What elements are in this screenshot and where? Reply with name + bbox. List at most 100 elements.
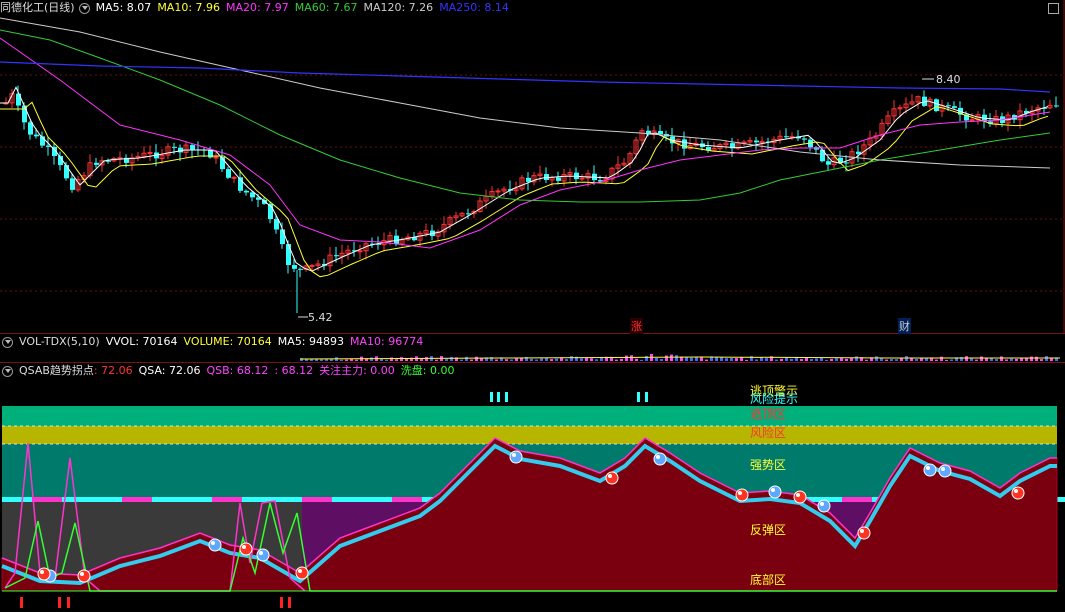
event-marker-zhang[interactable]: 涨: [630, 318, 643, 334]
signal-ball-red: [793, 490, 807, 504]
signal-ball-blue: [768, 485, 782, 499]
volume-bar: [505, 359, 508, 361]
volume-bar: [355, 359, 358, 361]
signal-ball-blue: [509, 450, 523, 464]
signal-ball-red: [77, 569, 91, 583]
event-marker-cai[interactable]: 财: [898, 318, 911, 334]
mid-band-segment: [362, 497, 392, 502]
mid-band-segment: [152, 497, 182, 502]
window-toggle-icon[interactable]: [1048, 3, 1059, 14]
zone-escape: 逃顶区: [750, 407, 787, 421]
indicator-menu-icon[interactable]: [78, 2, 90, 14]
bottom-signal-tick: [58, 597, 61, 608]
candle-body: [213, 156, 219, 159]
volume-bar: [950, 359, 953, 361]
volume-bar: [390, 357, 393, 361]
qsab-pane[interactable]: QSAB趋势拐点: 72.06 QSA: 72.06 QSB: 68.12: 68.…: [0, 363, 1065, 612]
main-chart-header: 同德化工(日线) MA5: 8.07 MA10: 7.96 MA20: 7.97 MA6…: [0, 0, 521, 16]
volume-bar: [730, 358, 733, 361]
mid-band-segment: [392, 497, 422, 502]
qsab-header: QSAB趋势拐点: 72.06 QSA: 72.06 QSB: 68.12: 68.…: [0, 363, 467, 379]
volume-bar: [600, 357, 603, 361]
candle-body: [466, 213, 471, 215]
candle-body: [495, 190, 501, 193]
vol-item-3: MA10: 96774: [350, 335, 424, 348]
candles: [3, 85, 1059, 313]
volume-bar: [635, 358, 638, 361]
volume-bar: [450, 356, 453, 361]
volume-bar: [465, 356, 468, 361]
candle-body: [759, 141, 765, 144]
candle-body: [298, 268, 303, 270]
volume-bar: [510, 359, 513, 361]
volume-bar: [645, 355, 648, 361]
volume-bar: [425, 357, 428, 361]
volume-menu-icon[interactable]: [2, 336, 13, 348]
candle-body: [190, 145, 195, 150]
zone-strong: 强势区: [750, 458, 787, 472]
mid-band-segment: [302, 497, 332, 502]
mid-band-segment: [32, 497, 62, 502]
top-signal-tick: [645, 392, 648, 402]
ma-item-4: MA120: 7.26: [363, 1, 434, 14]
signal-ball-red: [295, 566, 309, 580]
volume-bar: [845, 358, 848, 361]
volume-bar: [815, 358, 818, 361]
volume-bar: [1030, 356, 1033, 361]
volume-bar: [670, 354, 673, 361]
volume-bar: [700, 357, 703, 361]
volume-bar: [790, 358, 793, 361]
candle-body: [754, 140, 759, 143]
volume-bar: [890, 359, 893, 361]
signal-ball-blue: [208, 538, 222, 552]
signal-ball-blue: [923, 463, 937, 477]
qsab-item-3: : 68.12: [274, 364, 314, 377]
volume-bar: [570, 356, 573, 361]
volume-bar: [995, 359, 998, 361]
vol-item-0: VVOL: 70164: [105, 335, 178, 348]
volume-bar: [385, 359, 388, 361]
candle-body: [556, 177, 561, 181]
volume-bar: [1045, 356, 1048, 361]
candle-body: [784, 136, 789, 138]
volume-pane[interactable]: VOL-TDX(5,10) VVOL: 70164 VOLUME: 70164 MA5…: [0, 334, 1065, 363]
candle-body: [802, 138, 807, 140]
candle-body: [526, 177, 531, 182]
volume-bar: [675, 355, 678, 361]
mid-band-segment: [182, 497, 212, 502]
volume-bar: [780, 358, 783, 361]
volume-bar: [370, 357, 373, 361]
volume-bar: [320, 359, 323, 361]
volume-bar: [865, 359, 868, 361]
volume-bar: [515, 358, 518, 361]
candle-body: [34, 134, 39, 137]
candle-body: [226, 169, 231, 178]
candle-body: [658, 131, 663, 135]
volume-bar: [580, 358, 583, 361]
volume-bar: [475, 356, 478, 361]
volume-bar: [345, 359, 348, 361]
volume-bar: [975, 359, 978, 361]
volume-title: VOL-TDX(5,10): [19, 335, 100, 348]
candlestick-chart[interactable]: [0, 0, 1065, 333]
candle-body: [16, 93, 21, 106]
volume-bar: [550, 359, 553, 361]
volume-bar: [775, 359, 778, 361]
signal-ball-red: [857, 526, 871, 540]
volume-bar: [1015, 358, 1018, 361]
ma20-line: [0, 37, 1051, 249]
mid-band-segment: [212, 497, 242, 502]
candle-body: [172, 146, 177, 148]
ma120-line: [0, 17, 1051, 169]
volume-bar: [735, 358, 738, 361]
qsab-menu-icon[interactable]: [2, 365, 13, 377]
volume-bar: [945, 359, 948, 361]
volume-bar: [1010, 358, 1013, 361]
volume-bar: [590, 358, 593, 361]
qsab-legend: : 72.06 QSA: 72.06 QSB: 68.12: 68.12 关注主力: …: [94, 364, 461, 377]
volume-bar: [920, 358, 923, 361]
volume-bar: [785, 357, 788, 361]
candle-body: [231, 176, 237, 179]
main-chart-pane[interactable]: 同德化工(日线) MA5: 8.07 MA10: 7.96 MA20: 7.97 MA6…: [0, 0, 1065, 334]
qsab-chart[interactable]: [0, 363, 1065, 612]
